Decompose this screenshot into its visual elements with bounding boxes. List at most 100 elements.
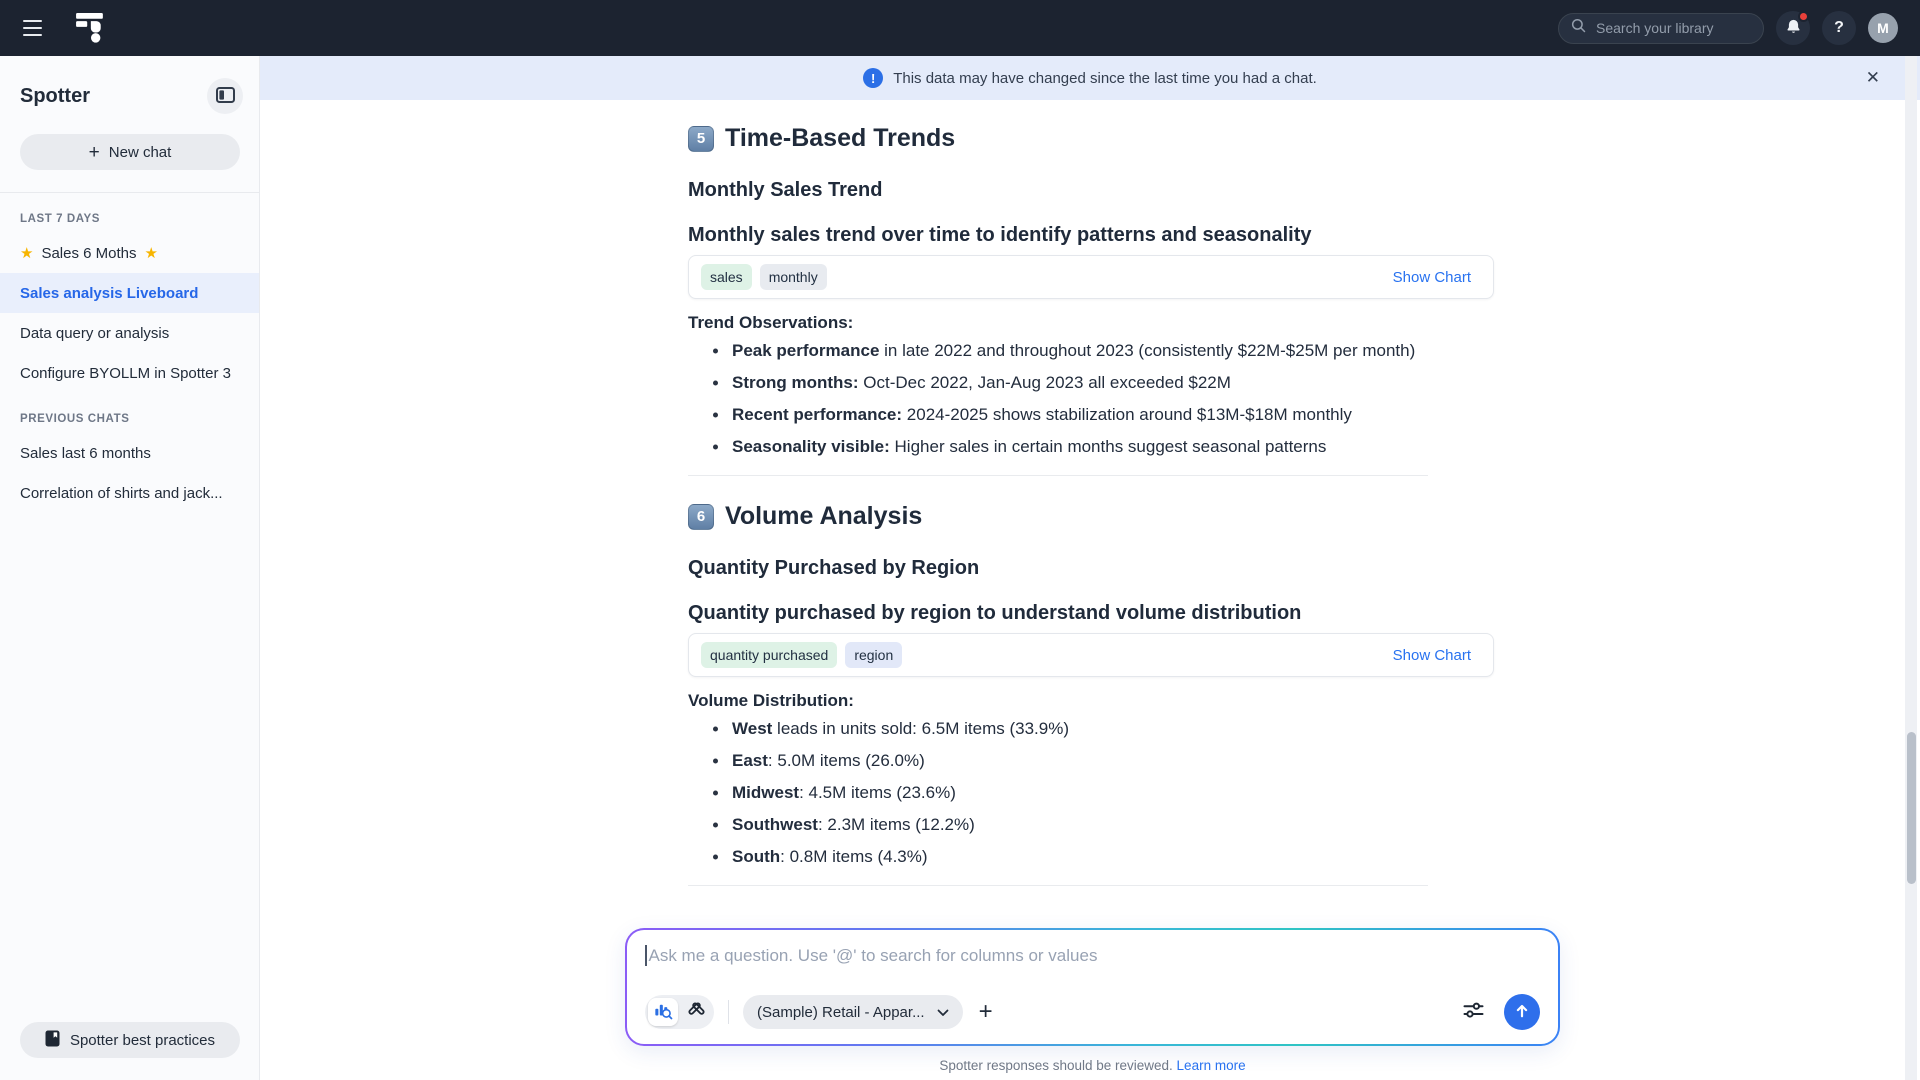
send-button[interactable] <box>1504 994 1540 1030</box>
collapse-sidebar-button[interactable] <box>207 78 243 114</box>
keycap-5-icon: 5 <box>688 126 714 152</box>
list-item: South: 0.8M items (4.3%) <box>688 841 1494 873</box>
sidebar-item-sales-6-moths[interactable]: ★ Sales 6 Moths ★ <box>0 233 259 273</box>
scrollbar-track[interactable] <box>1905 56 1917 1080</box>
sidebar-item-correlation-shirts-jackets[interactable]: Correlation of shirts and jack... <box>0 473 259 513</box>
query-heading: Monthly sales trend over time to identif… <box>688 224 1494 247</box>
query-token-card: sales monthly Show Chart <box>688 255 1494 299</box>
list-item: Southwest: 2.3M items (12.2%) <box>688 809 1494 841</box>
subsection-heading: Quantity Purchased by Region <box>688 557 1494 580</box>
plus-icon: + <box>89 143 100 162</box>
volume-distribution-list: West leads in units sold: 6.5M items (33… <box>688 713 1494 873</box>
spotter-best-practices-button[interactable]: Spotter best practices <box>20 1022 240 1058</box>
list-item: Strong months: Oct-Dec 2022, Jan-Aug 202… <box>688 367 1494 399</box>
section-heading-volume-analysis: 6 Volume Analysis <box>688 502 1494 531</box>
chat-item-label: Sales 6 Moths <box>41 245 136 262</box>
sidebar-item-configure-byollm[interactable]: Configure BYOLLM in Spotter 3 <box>0 353 259 393</box>
bullet-dot <box>713 791 718 796</box>
token-chip-monthly[interactable]: monthly <box>760 264 827 290</box>
section-title: Time-Based Trends <box>725 124 955 153</box>
arrow-up-icon <box>1514 1003 1530 1022</box>
library-search[interactable] <box>1558 13 1764 44</box>
knot-icon <box>687 1001 706 1023</box>
close-icon[interactable]: ✕ <box>1862 64 1884 92</box>
nav-right-cluster: ? M <box>1558 11 1898 45</box>
section-heading-time-based-trends: 5 Time-Based Trends <box>688 124 1494 153</box>
agent-mode-button[interactable] <box>681 998 711 1026</box>
bullet-dot <box>713 823 718 828</box>
toolbar-divider <box>728 1000 729 1024</box>
list-item: Peak performance in late 2022 and throug… <box>688 335 1494 367</box>
bullet-lead: Midwest <box>732 783 799 803</box>
sidebar-item-sales-analysis-liveboard[interactable]: Sales analysis Liveboard <box>0 273 259 313</box>
list-item: Midwest: 4.5M items (23.6%) <box>688 777 1494 809</box>
new-chat-label: New chat <box>109 144 172 161</box>
info-icon: ! <box>863 68 883 88</box>
datasource-selector[interactable]: (Sample) Retail - Appar... <box>743 995 963 1029</box>
banner-message: This data may have changed since the las… <box>893 70 1317 87</box>
bullet-text: : 0.8M items (4.3%) <box>780 847 927 867</box>
chat-item-label: Sales last 6 months <box>20 445 151 462</box>
subsection-heading: Monthly Sales Trend <box>688 179 1494 202</box>
section-label-last-7-days: LAST 7 DAYS <box>0 193 259 233</box>
show-chart-link[interactable]: Show Chart <box>1387 646 1477 665</box>
bullet-lead: Seasonality visible: <box>732 437 890 457</box>
bullet-text: Higher sales in certain months suggest s… <box>890 437 1327 457</box>
notification-badge <box>1798 11 1809 22</box>
help-button[interactable]: ? <box>1822 11 1856 45</box>
scrollbar-thumb[interactable] <box>1907 732 1916 884</box>
panel-collapse-icon <box>216 87 235 106</box>
list-item: Seasonality visible: Higher sales in cer… <box>688 431 1494 463</box>
sidebar-item-data-query-or-analysis[interactable]: Data query or analysis <box>0 313 259 353</box>
bullet-text: : 5.0M items (26.0%) <box>768 751 925 771</box>
hamburger-menu-icon[interactable] <box>12 8 52 48</box>
analysis-mode-button[interactable] <box>648 998 678 1026</box>
disclaimer-text: Spotter responses should be reviewed. <box>939 1058 1172 1073</box>
bullet-lead: Peak performance <box>732 341 879 361</box>
section-divider <box>688 475 1428 476</box>
search-input[interactable] <box>1594 19 1751 37</box>
chat-response-content: 5 Time-Based Trends Monthly Sales Trend … <box>688 100 1494 886</box>
composer: Ask me a question. Use '@' to search for… <box>625 928 1560 1046</box>
add-datasource-button[interactable]: + <box>977 1000 995 1024</box>
learn-more-link[interactable]: Learn more <box>1177 1058 1246 1073</box>
composer-inner: Ask me a question. Use '@' to search for… <box>627 930 1558 1044</box>
list-title-volume-distribution: Volume Distribution: <box>688 691 1494 711</box>
token-chip-region[interactable]: region <box>845 642 902 668</box>
thoughtspot-logo <box>76 13 104 43</box>
composer-toolbar: (Sample) Retail - Appar... + <box>645 994 1540 1030</box>
token-chip-sales[interactable]: sales <box>701 264 752 290</box>
help-icon: ? <box>1834 19 1844 37</box>
chat-input-placeholder: Ask me a question. Use '@' to search for… <box>649 946 1098 966</box>
chevron-down-icon <box>937 1004 949 1021</box>
settings-sliders-button[interactable] <box>1457 1000 1490 1024</box>
notifications-button[interactable] <box>1776 11 1810 45</box>
token-chip-quantity-purchased[interactable]: quantity purchased <box>701 642 837 668</box>
book-icon <box>45 1030 60 1051</box>
list-item: East: 5.0M items (26.0%) <box>688 745 1494 777</box>
list-item: Recent performance: 2024-2025 shows stab… <box>688 399 1494 431</box>
section-divider <box>688 885 1428 886</box>
new-chat-button[interactable]: + New chat <box>20 134 240 170</box>
sidebar-item-sales-last-6-months[interactable]: Sales last 6 months <box>0 433 259 473</box>
star-icon: ★ <box>145 244 158 262</box>
query-token-card: quantity purchased region Show Chart <box>688 633 1494 677</box>
bullet-lead: Recent performance: <box>732 405 902 425</box>
sliders-icon <box>1463 1001 1484 1023</box>
bullet-lead: East <box>732 751 768 771</box>
chat-input[interactable]: Ask me a question. Use '@' to search for… <box>645 945 1540 966</box>
bullet-text: in late 2022 and throughout 2023 (consis… <box>879 341 1415 361</box>
sidebar: Spotter + New chat LAST 7 DAYS ★ Sales 6… <box>0 56 260 1080</box>
bullet-dot <box>713 727 718 732</box>
bullet-lead: West <box>732 719 772 739</box>
bullet-lead: Southwest <box>732 815 818 835</box>
avatar[interactable]: M <box>1868 13 1898 43</box>
text-caret <box>645 945 647 966</box>
star-icon: ★ <box>20 244 33 262</box>
mode-toggle <box>645 995 714 1029</box>
chat-item-label: Correlation of shirts and jack... <box>20 485 223 502</box>
show-chart-link[interactable]: Show Chart <box>1387 268 1477 287</box>
disclaimer: Spotter responses should be reviewed. Le… <box>625 1058 1560 1073</box>
section-label-previous-chats: PREVIOUS CHATS <box>0 393 259 433</box>
bullet-text: 2024-2025 shows stabilization around $13… <box>902 405 1352 425</box>
